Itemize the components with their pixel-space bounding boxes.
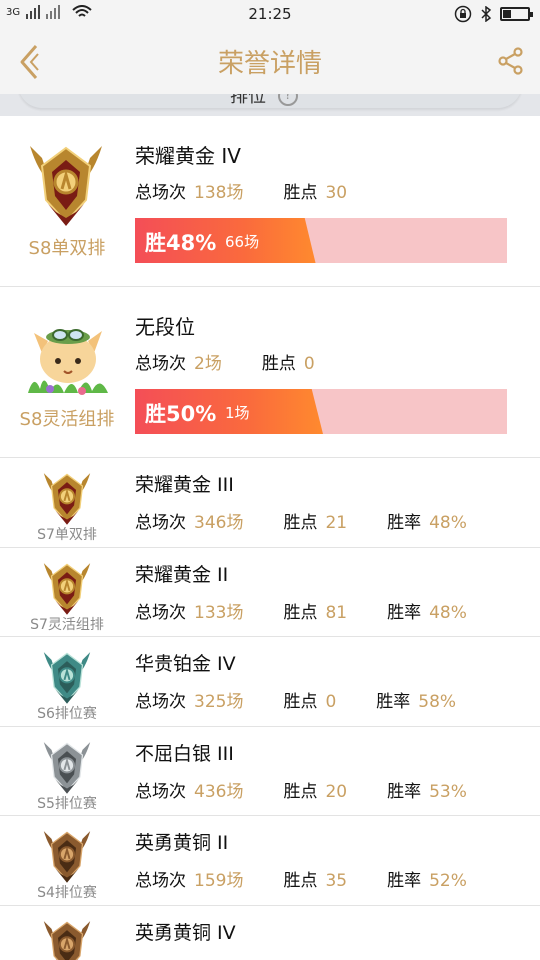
stat-label: 胜点 bbox=[283, 183, 318, 203]
stat-label: 胜率 bbox=[387, 781, 422, 802]
stat-label: 胜点 bbox=[283, 871, 318, 891]
stat-value: 346场 bbox=[194, 513, 244, 533]
stat-value: 0 bbox=[325, 692, 337, 712]
honor-row[interactable]: S4排位赛 英勇黄铜 II 总场次 159场 胜点 35 胜率 52% bbox=[0, 816, 540, 906]
rotation-lock-icon bbox=[454, 5, 472, 23]
season-label: S7单双排 bbox=[37, 527, 97, 543]
rank-title: 英勇黄铜 IV bbox=[135, 921, 236, 944]
platinum-rank-badge-icon bbox=[36, 647, 98, 705]
rank-title: 不屈白银 III bbox=[135, 742, 234, 765]
stat-label: 总场次 bbox=[135, 781, 186, 802]
tab-pill[interactable] bbox=[18, 94, 522, 108]
stat-value: 48% bbox=[429, 602, 467, 623]
bronze-rank-badge-icon bbox=[36, 826, 98, 884]
stats-line: 总场次 133场 胜点 81 胜率 48% bbox=[135, 598, 507, 623]
gold-rank-badge-icon bbox=[36, 468, 98, 526]
stat-label: 总场次 bbox=[135, 513, 186, 533]
stat-value: 58% bbox=[418, 692, 457, 712]
wins-count-label: 66场 bbox=[225, 233, 260, 251]
status-icons-right bbox=[454, 5, 533, 23]
win-rate-bar: 胜48% 66场 bbox=[135, 218, 507, 263]
honor-row[interactable]: S5排位赛 不屈白银 III 总场次 436场 胜点 20 胜率 53% bbox=[0, 727, 540, 816]
rank-title: 荣耀黄金 II bbox=[135, 563, 229, 586]
stat-label: 胜点 bbox=[283, 692, 318, 712]
stats-line: 总场次 436场 胜点 20 胜率 53% bbox=[135, 777, 507, 802]
tab-strip: 排位 ? bbox=[0, 94, 540, 116]
stat-label: 总场次 bbox=[135, 602, 186, 623]
wins-count-label: 1场 bbox=[225, 404, 250, 422]
honor-list: S8单双排 荣耀黄金 IV 总场次 138场 胜点 30 胜48% 66场 S8灵活组排 无段位… bbox=[0, 116, 540, 960]
honor-row[interactable]: S6排位赛 华贵铂金 IV 总场次 325场 胜点 0 胜率 58% bbox=[0, 637, 540, 727]
teemo-mascot-icon bbox=[20, 313, 116, 403]
season-label: S8灵活组排 bbox=[19, 409, 115, 430]
status-bar: 3G 21:25 bbox=[0, 0, 540, 28]
stat-value: 0 bbox=[303, 354, 315, 374]
stat-label: 总场次 bbox=[135, 183, 186, 203]
silver-rank-badge-icon bbox=[36, 737, 98, 795]
stat-label: 胜点 bbox=[283, 781, 318, 802]
rank-title: 华贵铂金 IV bbox=[135, 653, 236, 675]
stats-line: 总场次 159场 胜点 35 胜率 52% bbox=[135, 866, 507, 891]
honor-row[interactable]: S7单双排 荣耀黄金 III 总场次 346场 胜点 21 胜率 48% bbox=[0, 458, 540, 548]
honor-row[interactable]: S8灵活组排 无段位总场次 2场 胜点 0 胜50% 1场 bbox=[0, 287, 540, 458]
stats-line: 总场次 346场 胜点 21 胜率 48% bbox=[135, 508, 507, 533]
battery-icon bbox=[500, 7, 533, 21]
stat-label: 胜点 bbox=[283, 602, 318, 623]
bluetooth-icon bbox=[481, 6, 492, 22]
rank-title: 无段位 bbox=[135, 315, 195, 339]
stat-label: 胜率 bbox=[387, 513, 422, 533]
season-label: S6排位赛 bbox=[37, 706, 97, 722]
stat-label: 总场次 bbox=[135, 354, 186, 374]
win-rate-label: 胜48% bbox=[145, 231, 217, 255]
season-label: S5排位赛 bbox=[37, 795, 97, 812]
stat-value: 30 bbox=[325, 183, 348, 203]
stat-value: 2场 bbox=[194, 354, 222, 374]
rank-title: 英勇黄铜 II bbox=[135, 832, 229, 854]
rank-title: 荣耀黄金 IV bbox=[135, 144, 241, 168]
stat-value: 35 bbox=[325, 871, 348, 891]
season-label: S4排位赛 bbox=[37, 885, 97, 901]
season-label: S8单双排 bbox=[28, 238, 106, 259]
stat-value: 81 bbox=[325, 602, 348, 623]
stat-label: 胜率 bbox=[387, 871, 422, 891]
stat-value: 133场 bbox=[194, 602, 244, 623]
stat-value: 325场 bbox=[194, 692, 244, 712]
stat-label: 胜率 bbox=[376, 692, 411, 712]
header-bar: 荣誉详情 bbox=[0, 28, 540, 94]
honor-row[interactable]: S7灵活组排 荣耀黄金 II 总场次 133场 胜点 81 胜率 48% bbox=[0, 548, 540, 637]
stat-label: 总场次 bbox=[135, 871, 186, 891]
stat-value: 436场 bbox=[194, 781, 244, 802]
bronze-rank-badge-icon bbox=[36, 916, 98, 960]
win-rate-bar: 胜50% 1场 bbox=[135, 389, 507, 434]
stat-value: 20 bbox=[325, 781, 348, 802]
stat-value: 21 bbox=[325, 513, 348, 533]
stats-line: 总场次 325场 胜点 0 胜率 58% bbox=[135, 687, 496, 712]
stat-value: 53% bbox=[429, 781, 467, 802]
stat-value: 52% bbox=[429, 871, 467, 891]
win-rate-label: 胜50% bbox=[145, 402, 217, 426]
stat-label: 胜点 bbox=[261, 354, 296, 374]
gold-rank-badge-icon bbox=[36, 558, 98, 616]
rank-title: 荣耀黄金 III bbox=[135, 474, 234, 496]
page-title: 荣誉详情 bbox=[217, 49, 322, 79]
honor-row[interactable]: S8单双排 荣耀黄金 IV 总场次 138场 胜点 30 胜48% 66场 bbox=[0, 116, 540, 287]
gold-rank-badge-icon bbox=[24, 138, 108, 228]
share-icon bbox=[498, 47, 523, 75]
stat-value: 138场 bbox=[194, 183, 244, 203]
stat-value: 48% bbox=[429, 513, 467, 533]
stat-value: 159场 bbox=[194, 871, 244, 891]
stats-line: 总场次 138场 胜点 30 bbox=[135, 178, 387, 203]
stats-line: 总场次 2场 胜点 0 bbox=[135, 349, 355, 374]
stat-label: 总场次 bbox=[135, 692, 186, 712]
tab-ranked-label[interactable]: 排位 bbox=[230, 94, 266, 108]
stat-label: 胜率 bbox=[387, 602, 422, 623]
season-label: S7灵活组排 bbox=[30, 616, 104, 633]
stat-label: 胜点 bbox=[283, 513, 318, 533]
honor-row[interactable]: 英勇黄铜 IV bbox=[0, 906, 540, 960]
share-button[interactable] bbox=[496, 46, 526, 76]
